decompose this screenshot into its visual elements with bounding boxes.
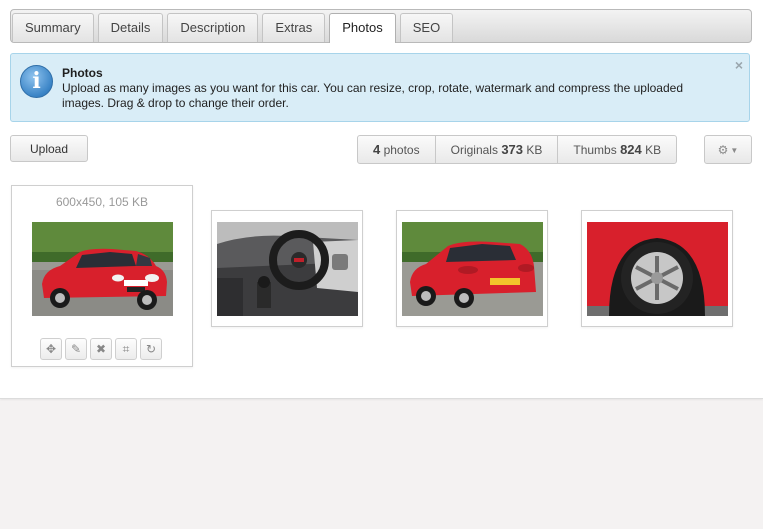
photo-card[interactable]: 600x450, 105 KB ✥ ✎ ✖ ⌗ ↻ (11, 185, 193, 367)
tab-description[interactable]: Description (167, 13, 259, 42)
photo-card[interactable] (396, 210, 548, 327)
photos-count-stat: 4 photos (358, 136, 436, 163)
tab-summary[interactable]: Summary (12, 13, 94, 42)
info-icon: i (20, 65, 53, 98)
photo-card[interactable] (581, 210, 733, 327)
thumbs-size: 824 (620, 142, 642, 157)
crop-icon[interactable]: ⌗ (115, 338, 137, 360)
photo-actions: ✥ ✎ ✖ ⌗ ↻ (40, 338, 165, 360)
photo-thumbnail-car-wheel[interactable] (587, 222, 728, 316)
tab-seo[interactable]: SEO (399, 13, 454, 42)
delete-icon[interactable]: ✖ (90, 338, 112, 360)
thumbs-size-stat: Thumbs 824 KB (573, 142, 662, 157)
photo-card[interactable] (211, 210, 363, 327)
photos-panel: Summary Details Description Extras Photo… (0, 0, 763, 399)
rotate-icon[interactable]: ↻ (140, 338, 162, 360)
chevron-down-icon: ▼ (730, 146, 739, 155)
tab-bar: Summary Details Description Extras Photo… (10, 9, 752, 43)
photo-thumbnail-car-interior[interactable] (217, 222, 358, 316)
info-alert: i Photos Upload as many images as you wa… (10, 53, 750, 122)
photo-stats: 4 photos Originals 373 KB Thumbs 824 KB (357, 135, 678, 164)
tab-extras[interactable]: Extras (262, 13, 326, 42)
info-title: Photos (62, 66, 103, 80)
originals-size: 373 (501, 142, 524, 157)
tab-details[interactable]: Details (97, 13, 164, 42)
photo-dimensions: 600x450, 105 KB (55, 195, 149, 209)
photo-thumbnail-red-car-front[interactable] (32, 222, 173, 316)
settings-dropdown-button[interactable]: ⚙ ▼ (704, 135, 752, 164)
edit-icon[interactable]: ✎ (65, 338, 87, 360)
move-icon[interactable]: ✥ (40, 338, 62, 360)
originals-size-stat: Originals 373 KB (436, 136, 559, 163)
close-icon[interactable]: × (735, 57, 743, 73)
gear-icon: ⚙ (717, 143, 729, 157)
info-text: Upload as many images as you want for th… (62, 81, 683, 110)
photos-count: 4 (373, 142, 381, 157)
upload-button[interactable]: Upload (10, 135, 88, 162)
photo-thumbnail-red-car-rear[interactable] (402, 222, 543, 316)
tab-photos[interactable]: Photos (329, 13, 396, 43)
